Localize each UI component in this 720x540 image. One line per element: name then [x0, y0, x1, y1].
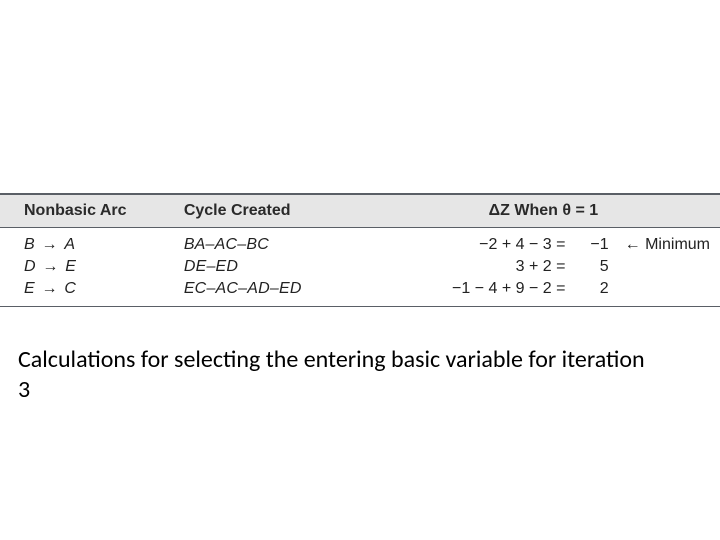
cycle-text: BA–AC–BC — [184, 236, 269, 253]
table-row: D → E DE–ED 3 + 2 = 5 — [0, 256, 720, 278]
table-row: B → A BA–AC–BC −2 + 4 − 3 = −1 ← Minimum — [0, 228, 720, 257]
cell-equation: −2 + 4 − 3 = — [367, 228, 572, 257]
arc-from: E — [24, 280, 35, 297]
cell-equation: 3 + 2 = — [367, 256, 572, 278]
page: Nonbasic Arc Cycle Created ΔZ When θ = 1… — [0, 0, 720, 540]
table-header-row: Nonbasic Arc Cycle Created ΔZ When θ = 1 — [0, 194, 720, 228]
cell-arc: D → E — [0, 256, 174, 278]
cell-cycle: BA–AC–BC — [174, 228, 367, 257]
header-delta-z: ΔZ When θ = 1 — [367, 194, 720, 228]
arc-to: C — [64, 280, 76, 297]
cell-note — [619, 278, 720, 307]
header-nonbasic-arc: Nonbasic Arc — [0, 194, 174, 228]
cell-value: −1 — [571, 228, 618, 257]
table-row: E → C EC–AC–AD–ED −1 − 4 + 9 − 2 = 2 — [0, 278, 720, 307]
arrow-right-icon: → — [40, 236, 60, 253]
arc-to: E — [65, 258, 76, 275]
cell-cycle: EC–AC–AD–ED — [174, 278, 367, 307]
cell-note — [619, 256, 720, 278]
arrow-right-icon: → — [40, 280, 60, 297]
cell-cycle: DE–ED — [174, 256, 367, 278]
cell-value: 2 — [571, 278, 618, 307]
arc-from: D — [24, 258, 36, 275]
cell-arc: B → A — [0, 228, 174, 257]
cycle-text: EC–AC–AD–ED — [184, 280, 302, 297]
cell-equation: −1 − 4 + 9 − 2 = — [367, 278, 572, 307]
arrow-right-icon: → — [40, 258, 60, 275]
cell-note: ← Minimum — [619, 228, 720, 257]
dz-table: Nonbasic Arc Cycle Created ΔZ When θ = 1… — [0, 193, 720, 307]
arc-to: A — [64, 236, 75, 253]
cell-arc: E → C — [0, 278, 174, 307]
header-cycle-created: Cycle Created — [174, 194, 367, 228]
cycle-text: DE–ED — [184, 258, 238, 275]
arc-from: B — [24, 236, 35, 253]
cell-value: 5 — [571, 256, 618, 278]
caption-text: Calculations for selecting the entering … — [18, 345, 658, 405]
dz-table-container: Nonbasic Arc Cycle Created ΔZ When θ = 1… — [0, 193, 720, 307]
